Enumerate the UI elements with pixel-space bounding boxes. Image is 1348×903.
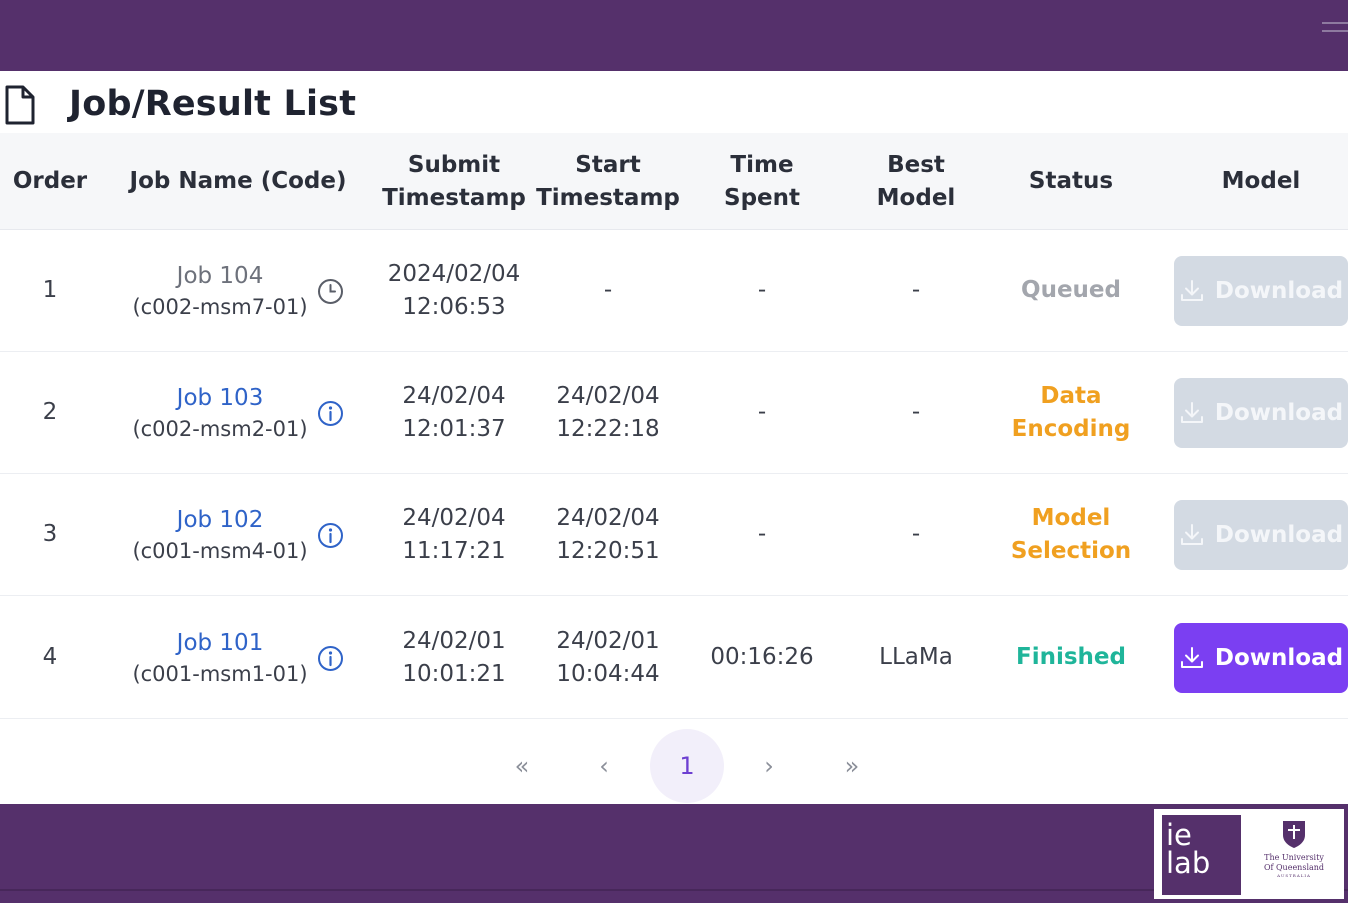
first-page-button[interactable]: « <box>485 729 559 803</box>
top-bar <box>0 0 1348 71</box>
job-code: (c002-msm2-01) <box>132 416 308 441</box>
status-badge: Queued <box>1021 277 1121 303</box>
header-order: Order <box>12 168 88 194</box>
ielab-logo: ie lab <box>1162 815 1241 895</box>
table-row: 1 Job 104 (c002-msm7-01) 2024/02/04 12:06:5… <box>0 230 1348 352</box>
download-icon <box>1179 278 1205 304</box>
job-name-cell: Job 102 (c001-msm4-01) <box>110 474 330 595</box>
submit-timestamp-cell: 2024/02/04 12:06:53 <box>387 260 521 320</box>
download-icon <box>1179 400 1205 426</box>
download-label: Download <box>1214 278 1344 304</box>
header-time-spent: Time Spent <box>724 151 800 211</box>
start-timestamp-cell: - <box>603 277 613 303</box>
last-page-button[interactable]: » <box>815 729 889 803</box>
download-label: Download <box>1214 400 1344 426</box>
job-code: (c002-msm7-01) <box>132 294 308 319</box>
uq-logo: The University Of Queensland AUSTRALIA <box>1248 819 1340 893</box>
order-cell: 4 <box>42 644 58 670</box>
table-row: 3 Job 102 (c001-msm4-01) 24/02/04 11:17:21 2… <box>0 474 1348 596</box>
partner-logos: ie lab The University Of Queensland AUST… <box>1154 809 1344 899</box>
job-name-cell: Job 101 (c001-msm1-01) <box>110 597 330 718</box>
download-button: Download <box>1174 500 1348 570</box>
footer-divider <box>0 889 1348 891</box>
best-model-cell: - <box>911 277 921 303</box>
download-icon <box>1179 522 1205 548</box>
table-row: 2 Job 103 (c002-msm2-01) 24/02/04 12:01:37 2… <box>0 352 1348 474</box>
document-icon <box>5 85 35 125</box>
job-name-link: Job 104 <box>176 262 264 289</box>
time-spent-cell: - <box>757 521 767 547</box>
info-icon[interactable] <box>317 522 344 549</box>
time-spent-cell: - <box>757 277 767 303</box>
menu-icon[interactable] <box>1322 22 1348 44</box>
page-title: Job/Result List <box>69 84 357 124</box>
header-submit-timestamp: Submit Timestamp <box>382 151 526 211</box>
order-cell: 2 <box>42 399 58 425</box>
order-cell: 3 <box>42 521 58 547</box>
time-spent-cell: 00:16:26 <box>710 644 814 670</box>
download-button: Download <box>1174 256 1348 326</box>
start-timestamp-cell: 24/02/04 12:20:51 <box>556 504 660 564</box>
header-status: Status <box>1028 168 1114 194</box>
uq-name: The University Of Queensland <box>1263 853 1325 872</box>
download-button[interactable]: Download <box>1174 623 1348 693</box>
job-code: (c001-msm1-01) <box>132 661 308 686</box>
uq-crest-icon <box>1283 821 1305 848</box>
job-name-link[interactable]: Job 103 <box>177 382 264 414</box>
table-row: 4 Job 101 (c001-msm1-01) 24/02/01 10:01:21 2… <box>0 597 1348 719</box>
submit-timestamp-cell: 24/02/01 10:01:21 <box>402 627 506 687</box>
info-icon[interactable] <box>317 645 344 672</box>
job-name-cell: Job 103 (c002-msm2-01) <box>110 352 330 473</box>
submit-timestamp-cell: 24/02/04 12:01:37 <box>402 382 506 442</box>
download-label: Download <box>1214 522 1344 548</box>
job-code: (c001-msm4-01) <box>132 538 308 563</box>
start-timestamp-cell: 24/02/04 12:22:18 <box>556 382 660 442</box>
best-model-cell: LLaMa <box>879 644 953 670</box>
header-job-name: Job Name (Code) <box>129 168 347 194</box>
best-model-cell: - <box>911 399 921 425</box>
job-name-link[interactable]: Job 102 <box>177 504 264 536</box>
status-badge: Data Encoding <box>1011 382 1131 442</box>
time-spent-cell: - <box>757 399 767 425</box>
status-badge: Finished <box>1016 644 1126 670</box>
download-icon <box>1179 645 1205 671</box>
table-header: Order Job Name (Code) Submit Timestamp S… <box>0 133 1348 230</box>
start-timestamp-cell: 24/02/01 10:04:44 <box>556 627 660 687</box>
previous-page-button[interactable]: ‹ <box>567 729 641 803</box>
uq-country: AUSTRALIA <box>1277 873 1311 878</box>
order-cell: 1 <box>42 277 58 303</box>
clock-icon <box>317 278 344 305</box>
next-page-button[interactable]: › <box>732 729 806 803</box>
header-start-timestamp: Start Timestamp <box>536 151 680 211</box>
best-model-cell: - <box>911 521 921 547</box>
status-badge: Model Selection <box>1010 504 1132 564</box>
download-label: Download <box>1214 645 1344 671</box>
pagination: « ‹ 1 › » <box>0 720 1348 804</box>
page-1-button[interactable]: 1 <box>650 729 724 803</box>
job-name-link[interactable]: Job 101 <box>177 627 264 659</box>
download-button: Download <box>1174 378 1348 448</box>
header-model: Model <box>1221 168 1301 194</box>
header-best-model: Best Model <box>876 151 956 211</box>
info-icon[interactable] <box>317 400 344 427</box>
job-name-cell: Job 104 (c002-msm7-01) <box>110 230 330 351</box>
submit-timestamp-cell: 24/02/04 11:17:21 <box>402 504 506 564</box>
